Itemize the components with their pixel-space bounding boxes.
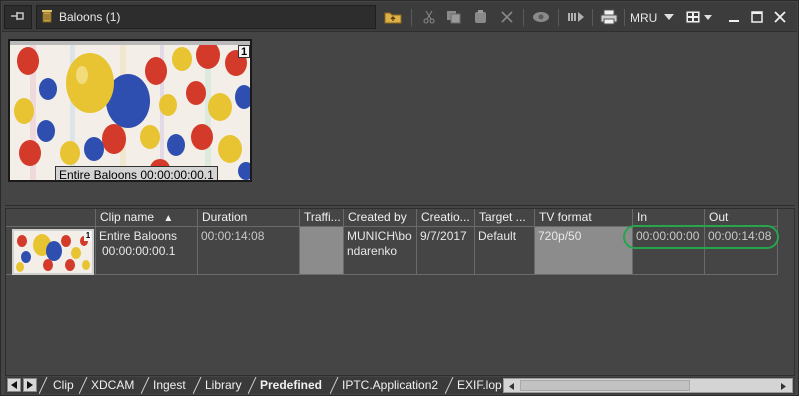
chevron-right-icon [27,378,33,392]
tab-bar: Clip XDCAM Ingest Library Predefined IPT… [5,377,795,394]
column-header-traffic[interactable]: Traffi... [300,209,344,227]
tab-library[interactable]: Library [193,377,242,394]
tab-iptc-application2[interactable]: IPTC.Application2 [330,377,438,394]
thumbnail-progress-bar [10,41,250,45]
print-button[interactable] [598,7,620,27]
mru-label[interactable]: MRU [630,11,657,25]
pin-icon [10,10,26,25]
table-cell-clip-name[interactable]: Entire Baloons 00:00:00:00.1 [96,227,198,275]
row-thumbnail-badge: 1 [84,231,92,241]
balloons-image [10,41,250,180]
column-header-target[interactable]: Target ... [475,209,535,227]
splitter[interactable] [5,205,795,206]
close-button[interactable] [772,7,788,27]
column-header-duration[interactable]: Duration [198,209,300,227]
column-header-creation[interactable]: Creatio... [417,209,475,227]
thumbnail-caption: Entire Baloons 00:00:00:00.1 [55,166,218,180]
mru-dropdown-button[interactable] [662,7,676,27]
view-options-button[interactable] [684,7,714,27]
balloons-image [14,231,92,273]
paste-button[interactable] [471,7,491,27]
column-header-thumbnail[interactable] [6,209,96,227]
sort-ascending-icon: ▲ [163,213,174,224]
delete-icon [500,10,514,24]
play-list-button[interactable] [565,7,587,27]
created-by-line: MUNICH\bo [347,229,412,243]
chevron-left-icon [11,378,17,392]
window-title-box: Baloons (1) [36,5,376,29]
scroll-left-arrow[interactable] [505,380,518,391]
row-thumbnail[interactable]: 1 [12,229,94,275]
eye-icon [532,11,550,23]
copy-icon [446,10,462,24]
created-by-line: ndarenko [347,244,398,258]
maximize-icon [751,11,763,23]
paste-icon [473,10,489,24]
tab-xdcam[interactable]: XDCAM [79,377,134,394]
clip-thumbnail[interactable]: 1 Entire Baloons 00:00:00:00.1 [8,39,252,182]
toolbar: Baloons (1) MRU [2,2,797,32]
table-cell-tv-format[interactable]: 720p/50 [535,227,633,275]
copy-button[interactable] [444,7,464,27]
table-cell-target[interactable]: Default [475,227,535,275]
window-title: Baloons (1) [59,10,121,24]
clip-name-timecode: 00:00:00:00.1 [102,244,176,258]
maximize-button[interactable] [749,7,765,27]
table-cell-created-by[interactable]: MUNICH\bo ndarenko [344,227,417,275]
tab-scroll-left-button[interactable] [7,378,21,392]
column-header-clip-name[interactable]: Clip name ▲ [96,209,198,227]
tab-exif-lop[interactable]: EXIF.lop [445,377,502,394]
toolbar-separator [592,9,593,26]
close-icon [774,11,786,23]
print-icon [600,9,618,25]
cut-button[interactable] [419,7,439,27]
tab-clip[interactable]: Clip [41,377,74,394]
toolbar-separator [624,9,625,26]
in-out-highlight-ring [623,225,779,249]
tab-ingest[interactable]: Ingest [141,377,186,394]
view-options-icon [685,9,713,25]
table-cell-creation[interactable]: 9/7/2017 [417,227,475,275]
clip-window: Baloons (1) MRU 1 Entire Baloons 00:00:0… [0,0,799,396]
folder-up-icon [384,10,402,24]
chevron-left-icon [509,379,514,393]
play-list-icon [567,11,585,23]
delete-button[interactable] [497,7,517,27]
cut-icon [422,10,436,24]
thumbnail-badge: 1 [238,45,250,58]
folder-up-button[interactable] [383,7,403,27]
minimize-icon [728,11,740,23]
scrollbar-thumb[interactable] [520,380,690,391]
minimize-button[interactable] [726,7,742,27]
scroll-right-arrow[interactable] [777,380,790,391]
pin-button[interactable] [4,5,32,29]
clip-name-line: Entire Baloons [99,229,178,243]
mru-dropdown-icon [664,14,674,20]
column-header-created-by[interactable]: Created by [344,209,417,227]
column-header-tv-format[interactable]: TV format [535,209,633,227]
toolbar-separator [558,9,559,26]
preview-button[interactable] [530,7,552,27]
tab-scroll-right-button[interactable] [23,378,37,392]
clip-bin-icon [41,9,53,26]
table-cell-traffic[interactable] [300,227,344,275]
tab-predefined[interactable]: Predefined [248,377,322,394]
table-cell-duration[interactable]: 00:00:14:08 [198,227,300,275]
toolbar-separator [523,9,524,26]
chevron-right-icon [781,379,786,393]
horizontal-scrollbar[interactable] [503,378,793,393]
column-header-label: Clip name [100,210,155,224]
toolbar-separator [411,9,412,26]
